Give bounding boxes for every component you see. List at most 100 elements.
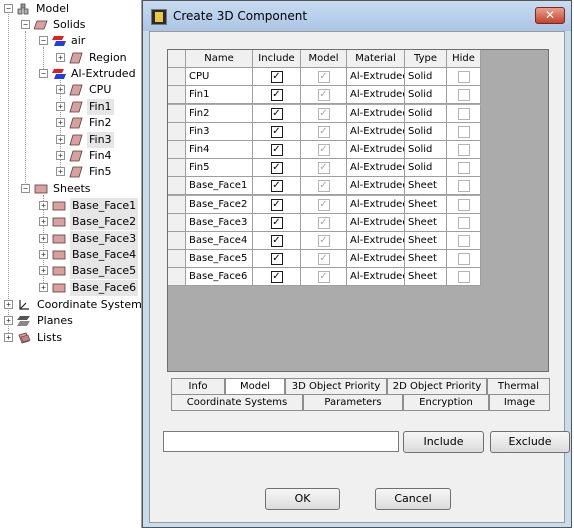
tree-item-fin1[interactable]: + Fin1: [56, 99, 136, 115]
tree-item-fin4[interactable]: + Fin4: [56, 148, 136, 164]
dialog-titlebar[interactable]: Create 3D Component ✕: [143, 1, 571, 31]
tree-item-planes[interactable]: + Planes: [4, 313, 114, 329]
column-header-name[interactable]: Name: [186, 50, 253, 68]
row-header[interactable]: [168, 196, 186, 214]
include-checkbox[interactable]: ✓: [270, 89, 283, 101]
expand-toggle[interactable]: +: [4, 300, 13, 309]
row-header[interactable]: [168, 159, 186, 177]
tab-info[interactable]: Info: [171, 378, 225, 395]
column-header-model[interactable]: Model: [301, 50, 347, 68]
tree-item-cpu[interactable]: + CPU: [56, 82, 136, 98]
selection-text-field[interactable]: [163, 431, 399, 452]
expand-toggle[interactable]: +: [39, 234, 48, 243]
row-header[interactable]: [168, 268, 186, 286]
column-header-include[interactable]: Include: [253, 50, 301, 68]
include-checkbox[interactable]: ✓: [270, 180, 283, 192]
cancel-button[interactable]: Cancel: [375, 488, 451, 510]
tab-3d-object-priority[interactable]: 3D Object Priority: [285, 378, 387, 395]
expand-toggle[interactable]: +: [39, 266, 48, 275]
expand-toggle[interactable]: +: [56, 85, 65, 94]
hide-checkbox[interactable]: [457, 108, 470, 120]
include-checkbox[interactable]: ✓: [270, 71, 283, 83]
tab-encryption[interactable]: Encryption: [403, 394, 489, 411]
expand-toggle[interactable]: +: [39, 217, 48, 226]
tree-item-base-face5[interactable]: + Base_Face5: [39, 263, 139, 279]
row-header[interactable]: [168, 177, 186, 195]
expand-toggle[interactable]: +: [4, 316, 13, 325]
tree-item-coordinate-systems[interactable]: + Coordinate Systems: [4, 297, 141, 313]
expand-toggle[interactable]: +: [56, 53, 65, 62]
tree-item-lists[interactable]: + Lists: [4, 330, 114, 346]
tree-item-region[interactable]: + Region: [56, 50, 136, 66]
include-checkbox[interactable]: ✓: [270, 126, 283, 138]
ok-button[interactable]: OK: [265, 488, 340, 510]
tree-item-solids[interactable]: − Solids: [21, 17, 131, 33]
include-checkbox[interactable]: ✓: [270, 253, 283, 265]
expand-toggle[interactable]: +: [39, 283, 48, 292]
tree-item-al-extruded[interactable]: − Al-Extruded: [39, 66, 139, 82]
expand-toggle[interactable]: +: [56, 167, 65, 176]
exclude-button[interactable]: Exclude: [490, 431, 570, 453]
tree-item-base-face1[interactable]: + Base_Face1: [39, 198, 139, 214]
close-button[interactable]: ✕: [535, 7, 565, 24]
hide-checkbox[interactable]: [457, 217, 470, 229]
tree-item-air[interactable]: − air: [39, 33, 129, 49]
tree-item-model[interactable]: − Model: [4, 1, 134, 17]
expand-toggle[interactable]: +: [56, 135, 65, 144]
hide-checkbox[interactable]: [457, 271, 470, 283]
column-header-material[interactable]: Material: [347, 50, 405, 68]
tab-parameters[interactable]: Parameters: [303, 394, 403, 411]
collapse-toggle[interactable]: −: [21, 184, 30, 193]
tree-item-base-face4[interactable]: + Base_Face4: [39, 247, 139, 263]
collapse-toggle[interactable]: −: [4, 4, 13, 13]
row-header[interactable]: [168, 214, 186, 232]
row-header[interactable]: [168, 250, 186, 268]
expand-toggle[interactable]: +: [39, 250, 48, 259]
include-checkbox[interactable]: ✓: [270, 235, 283, 247]
include-checkbox[interactable]: ✓: [270, 271, 283, 283]
hide-checkbox[interactable]: [457, 144, 470, 156]
tab-2d-object-priority[interactable]: 2D Object Priority: [387, 378, 487, 395]
hide-checkbox[interactable]: [457, 180, 470, 192]
include-button[interactable]: Include: [403, 431, 484, 453]
column-header-type[interactable]: Type: [405, 50, 447, 68]
include-checkbox[interactable]: ✓: [270, 108, 283, 120]
tree-item-fin3[interactable]: + Fin3: [56, 132, 136, 148]
hide-checkbox[interactable]: [457, 71, 470, 83]
hide-checkbox[interactable]: [457, 162, 470, 174]
row-header[interactable]: [168, 141, 186, 159]
row-header[interactable]: [168, 105, 186, 123]
include-checkbox[interactable]: ✓: [270, 217, 283, 229]
hide-checkbox[interactable]: [457, 235, 470, 247]
model-tree[interactable]: − Model − Solids − air + Region − Al-Ext…: [0, 0, 142, 528]
include-checkbox[interactable]: ✓: [270, 162, 283, 174]
expand-toggle[interactable]: +: [56, 102, 65, 111]
expand-toggle[interactable]: +: [56, 151, 65, 160]
tree-item-fin2[interactable]: + Fin2: [56, 115, 136, 131]
expand-toggle[interactable]: +: [4, 333, 13, 342]
expand-toggle[interactable]: +: [56, 118, 65, 127]
collapse-toggle[interactable]: −: [39, 69, 48, 78]
tree-item-base-face3[interactable]: + Base_Face3: [39, 231, 139, 247]
row-header[interactable]: [168, 68, 186, 86]
include-checkbox[interactable]: ✓: [270, 199, 283, 211]
collapse-toggle[interactable]: −: [39, 36, 48, 45]
row-header[interactable]: [168, 86, 186, 104]
tree-item-fin5[interactable]: + Fin5: [56, 164, 136, 180]
row-header[interactable]: [168, 232, 186, 250]
hide-checkbox[interactable]: [457, 89, 470, 101]
expand-toggle[interactable]: +: [39, 201, 48, 210]
column-header-hide[interactable]: Hide: [447, 50, 481, 68]
tree-item-sheets[interactable]: − Sheets: [21, 181, 131, 197]
collapse-toggle[interactable]: −: [21, 20, 30, 29]
tree-item-base-face6[interactable]: + Base_Face6: [39, 280, 139, 296]
tab-image[interactable]: Image: [489, 394, 550, 411]
tree-item-base-face2[interactable]: + Base_Face2: [39, 214, 139, 230]
hide-checkbox[interactable]: [457, 126, 470, 138]
tab-coordinate-systems[interactable]: Coordinate Systems: [171, 394, 303, 411]
hide-checkbox[interactable]: [457, 253, 470, 265]
row-header[interactable]: [168, 123, 186, 141]
hide-checkbox[interactable]: [457, 199, 470, 211]
components-grid[interactable]: Name Include Model Material Type Hide CPU ✓ ✓ Al-…: [167, 49, 549, 372]
include-checkbox[interactable]: ✓: [270, 144, 283, 156]
